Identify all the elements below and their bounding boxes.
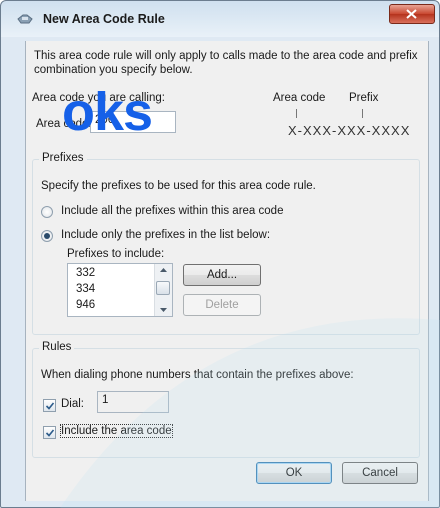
diagram-area-code-label: Area code <box>273 92 326 104</box>
scroll-up-icon[interactable] <box>155 264 172 277</box>
scroll-down-icon[interactable] <box>155 303 172 316</box>
delete-prefix-button[interactable]: Delete <box>183 294 261 316</box>
diagram-prefix-label: Prefix <box>349 92 379 104</box>
radio-include-all[interactable] <box>41 206 53 218</box>
checkmark-icon <box>45 402 55 410</box>
prefixes-list-label: Prefixes to include: <box>67 248 165 260</box>
dial-input[interactable]: 1 <box>97 391 169 413</box>
close-button[interactable] <box>389 4 435 24</box>
dial-checkbox[interactable] <box>43 399 56 412</box>
list-item[interactable]: 332 <box>76 267 95 279</box>
rules-group-title: Rules <box>39 341 75 353</box>
listbox-scrollbar[interactable] <box>154 264 172 316</box>
dial-label[interactable]: Dial: <box>61 398 84 410</box>
list-item[interactable]: 946 <box>76 299 95 311</box>
dialog-window: New Area Code Rule This area code rule w… <box>0 0 440 508</box>
prefixes-group: Prefixes Specify the prefixes to be used… <box>32 152 420 335</box>
diagram-tick-prefix <box>362 109 363 118</box>
ok-button[interactable]: OK <box>256 462 332 484</box>
radio-include-list[interactable] <box>41 230 53 242</box>
scrollbar-thumb[interactable] <box>156 281 170 295</box>
prefixes-group-title: Prefixes <box>39 152 87 164</box>
cancel-button[interactable]: Cancel <box>342 462 418 484</box>
close-icon <box>406 9 417 19</box>
diagram-tick-area <box>296 109 297 118</box>
radio-include-all-label[interactable]: Include all the prefixes within this are… <box>61 205 283 217</box>
intro-text: This area code rule will only apply to c… <box>34 50 418 76</box>
rules-group: Rules When dialing phone numbers that co… <box>32 341 420 458</box>
title-bar[interactable]: New Area Code Rule <box>1 1 439 37</box>
watermark-text: oks <box>62 82 153 142</box>
list-item[interactable]: 334 <box>76 283 95 295</box>
include-area-code-checkbox[interactable] <box>43 426 56 439</box>
checkmark-icon <box>45 429 55 437</box>
dialog-client-area: This area code rule will only apply to c… <box>25 41 429 501</box>
phone-icon <box>17 14 33 24</box>
prefixes-listbox[interactable]: 332 334 946 <box>67 263 173 317</box>
diagram-number-pattern: X-XXX-XXX-XXXX <box>288 123 411 138</box>
include-area-code-label[interactable]: Include the area code <box>60 424 173 438</box>
radio-include-list-label[interactable]: Include only the prefixes in the list be… <box>61 229 270 241</box>
rules-description: When dialing phone numbers that contain … <box>41 369 354 381</box>
prefixes-description: Specify the prefixes to be used for this… <box>41 180 316 192</box>
add-prefix-button[interactable]: Add... <box>183 264 261 286</box>
window-title: New Area Code Rule <box>43 12 165 26</box>
